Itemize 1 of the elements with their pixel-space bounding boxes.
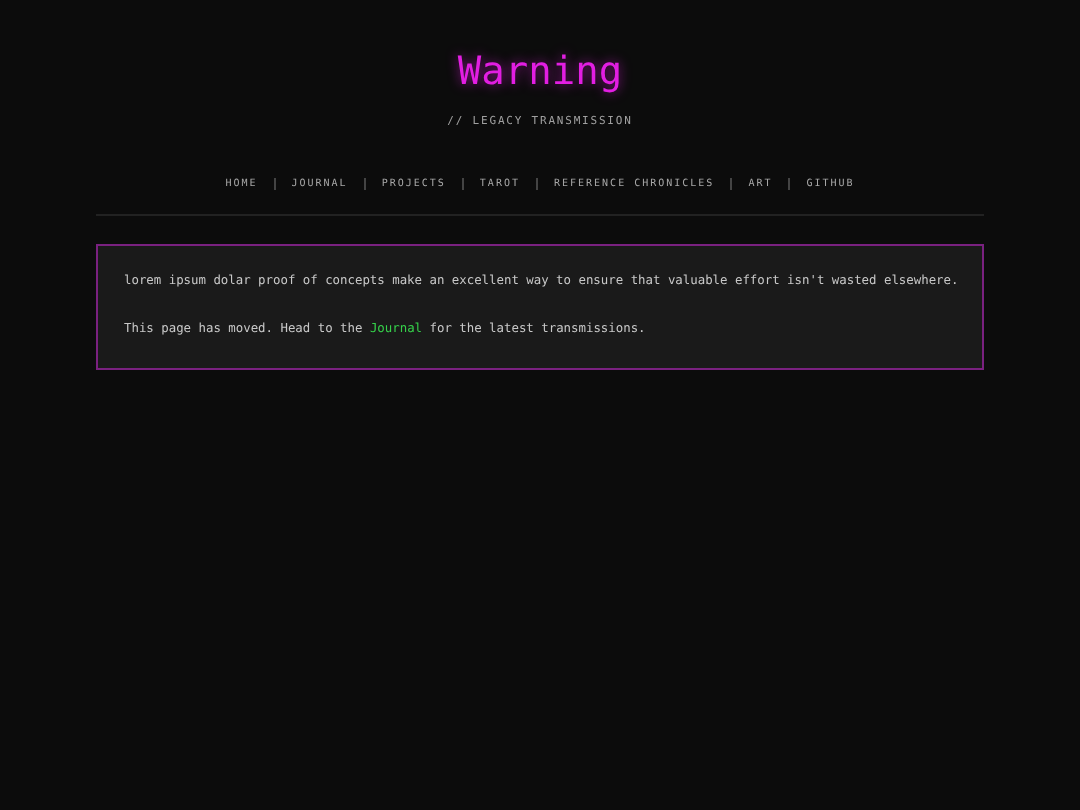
- page-title: Warning: [457, 48, 623, 96]
